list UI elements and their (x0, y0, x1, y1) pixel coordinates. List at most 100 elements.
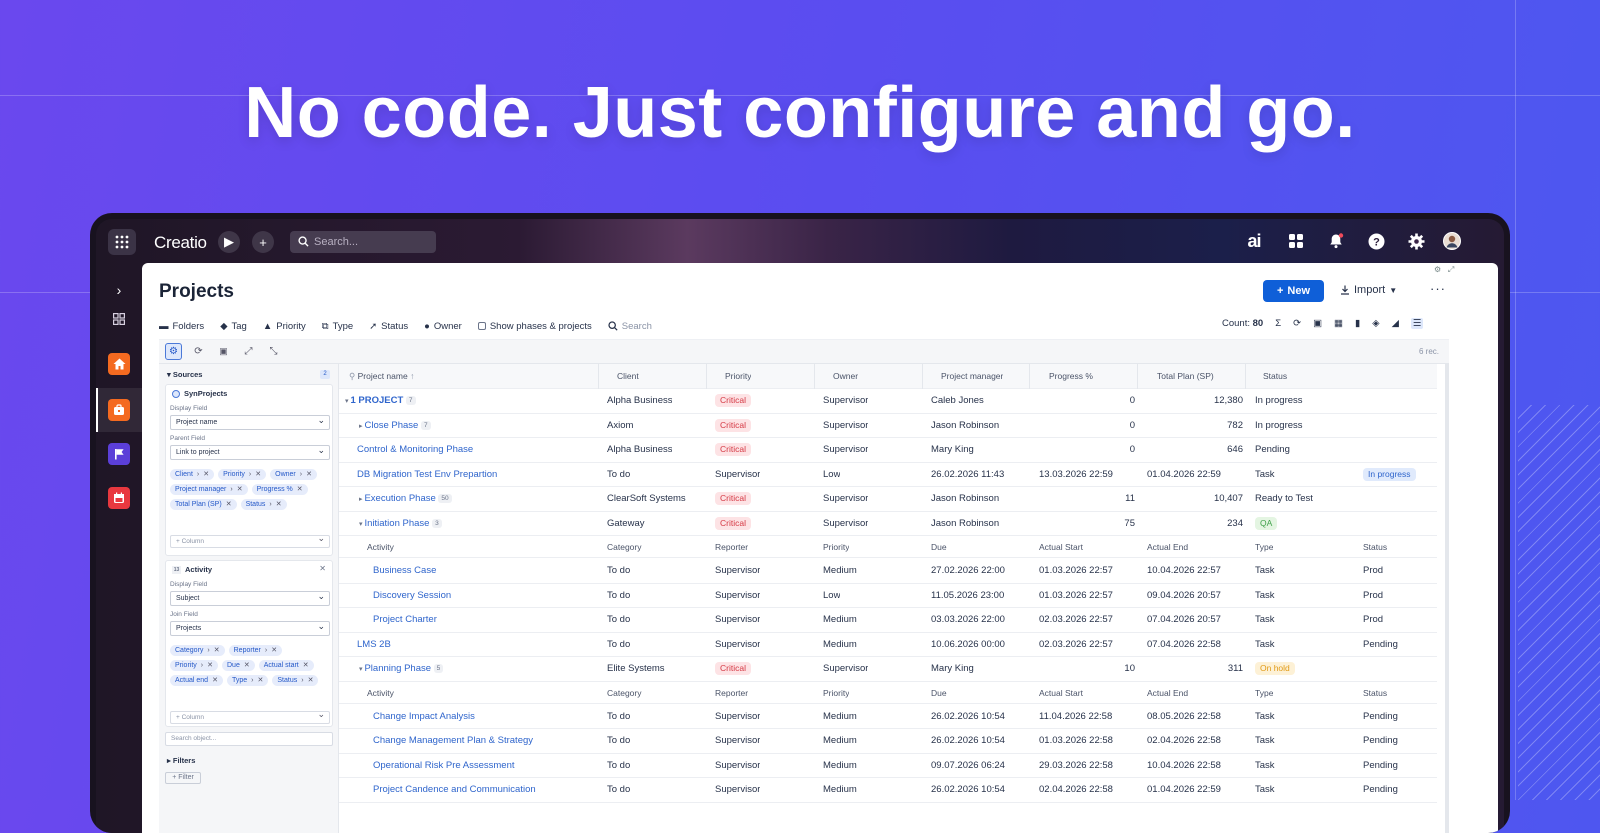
column-chip[interactable]: Project manager › ✕ (170, 484, 248, 495)
import-button[interactable]: Import ▼ (1340, 284, 1397, 296)
global-search-input[interactable]: Search... (290, 231, 436, 253)
column-header-project-manager[interactable]: Project manager (941, 364, 1003, 388)
project-row[interactable]: ▸ Execution Phase 50 ClearSoft Systems Cri… (339, 487, 1437, 512)
priority-filter[interactable]: ▲ Priority (263, 321, 306, 332)
database-icon[interactable]: ◈ (1372, 318, 1379, 329)
column-header-total-plan[interactable]: Total Plan (SP) (1157, 364, 1214, 388)
save-icon[interactable]: ▣ (1313, 318, 1322, 329)
column-chip[interactable]: Owner › ✕ (270, 469, 317, 480)
record-link[interactable]: Initiation Phase (364, 518, 429, 529)
activity-row[interactable]: Business Case To do Supervisor Medium 27.02.… (339, 559, 1437, 584)
project-row[interactable]: ▾ 1 PROJECT 7 Alpha Business Critical Super… (339, 389, 1437, 414)
column-chip[interactable]: Status › ✕ (240, 499, 287, 510)
folders-filter[interactable]: ▬ Folders (159, 321, 204, 332)
vertical-scrollbar[interactable] (1445, 364, 1449, 833)
column-header-progress[interactable]: Progress % (1049, 364, 1093, 388)
tag-filter[interactable]: ◆ Tag (220, 321, 247, 332)
record-link[interactable]: Control & Monitoring Phase (357, 444, 473, 455)
activity-row[interactable]: Change Management Plan & Strategy To do Su… (339, 729, 1437, 754)
more-options-icon[interactable]: ··· (1430, 281, 1446, 296)
column-chip[interactable]: Client › ✕ (170, 469, 215, 480)
parent-field-select[interactable]: Link to project (170, 444, 330, 460)
activity-row[interactable]: Project Candence and Communication To do S… (339, 778, 1437, 803)
panel-window-controls[interactable]: ⚙ ⤢ (1434, 265, 1454, 275)
configure-gear-icon[interactable]: ⚙ (165, 343, 182, 360)
column-chip[interactable]: Type › ✕ (226, 675, 269, 686)
activity-row[interactable]: DB Migration Test Env Prepartion To do Sup… (339, 463, 1437, 487)
record-link[interactable]: Operational Risk Pre Assessment (373, 760, 515, 771)
activity-row[interactable]: Operational Risk Pre Assessment To do Supe… (339, 754, 1437, 778)
project-row[interactable]: ▸ Close Phase 7 Axiom Critical Supervisor Ja… (339, 414, 1437, 438)
expand-sidebar-chevron-icon[interactable]: › (108, 279, 130, 301)
column-chip[interactable]: Actual end ✕ (170, 675, 223, 686)
column-chip[interactable]: Total Plan (SP) ✕ (170, 499, 237, 510)
projects-icon[interactable] (108, 399, 130, 421)
record-link[interactable]: Execution Phase (364, 493, 435, 504)
column-chip[interactable]: Progress % ✕ (251, 484, 308, 495)
apps-icon[interactable] (1285, 230, 1307, 252)
record-link[interactable]: LMS 2B (357, 639, 391, 650)
column-header-status[interactable]: Status (1263, 364, 1287, 388)
search-object-input[interactable]: Search object... (165, 732, 333, 746)
column-header-priority[interactable]: Priority (725, 364, 751, 388)
sum-icon[interactable]: Σ (1275, 318, 1281, 329)
record-link[interactable]: Discovery Session (373, 590, 451, 601)
new-button[interactable]: + New (1263, 280, 1324, 302)
project-row[interactable]: ▾ Initiation Phase 3 Gateway Critical Super… (339, 512, 1437, 536)
column-chip[interactable]: Category › ✕ (170, 645, 225, 656)
calendar-icon[interactable] (108, 487, 130, 509)
record-link[interactable]: Change Impact Analysis (373, 711, 475, 722)
type-filter[interactable]: ⧉ Type (322, 321, 353, 332)
workplaces-grid-icon[interactable] (108, 308, 130, 330)
add-column-select[interactable]: + Column (170, 709, 330, 724)
tree-view-icon[interactable]: ☰ (1410, 318, 1424, 329)
flag-icon[interactable] (108, 443, 130, 465)
record-link[interactable]: Project Charter (373, 614, 437, 625)
display-field-select[interactable]: Project name (170, 414, 330, 430)
column-chip[interactable]: Status › ✕ (272, 675, 319, 686)
column-chip[interactable]: Due ✕ (222, 660, 255, 671)
record-link[interactable]: Change Management Plan & Strategy (373, 735, 533, 746)
column-chip[interactable]: Reporter › ✕ (228, 645, 283, 656)
save-view-icon[interactable]: ▣ (215, 343, 232, 360)
expand-icon[interactable]: ⤢ (240, 343, 257, 360)
settings-gear-icon[interactable] (1405, 230, 1427, 252)
analytics-icon[interactable]: ◢ (1392, 318, 1399, 329)
remove-source-icon[interactable]: ✕ (319, 564, 326, 573)
refresh-icon[interactable]: ⟳ (1293, 318, 1301, 329)
column-header-project-name[interactable]: ⚲ Project name ↑ (349, 364, 414, 388)
user-avatar[interactable] (1441, 230, 1463, 252)
join-field-select[interactable]: Projects (170, 620, 330, 636)
add-icon[interactable]: + (252, 231, 274, 253)
activity-row[interactable]: LMS 2B To do Supervisor Medium 10.06.2026 00… (339, 633, 1437, 657)
column-chip[interactable]: Priority › ✕ (170, 660, 218, 671)
project-row[interactable]: Control & Monitoring Phase Alpha Business… (339, 438, 1437, 463)
record-link[interactable]: Project Candence and Communication (373, 784, 536, 795)
app-launcher-icon[interactable] (108, 229, 136, 255)
list-search-input[interactable]: Search (608, 321, 652, 332)
collapse-icon[interactable]: ⤡ (265, 343, 282, 360)
display-field-select[interactable]: Subject (170, 590, 330, 606)
bar-chart-icon[interactable]: ▮ (1355, 318, 1360, 329)
home-icon[interactable] (108, 353, 130, 375)
filters-section-header[interactable]: ▸ Filters (167, 756, 195, 765)
columns-icon[interactable]: ▦ (1334, 318, 1343, 329)
help-icon[interactable]: ? (1365, 230, 1387, 252)
notifications-bell-icon[interactable] (1325, 230, 1347, 252)
status-filter[interactable]: ➚ Status (369, 321, 408, 332)
column-header-client[interactable]: Client (617, 364, 639, 388)
ai-icon[interactable]: ai (1243, 230, 1265, 252)
add-column-select[interactable]: + Column (170, 533, 330, 548)
show-phases-checkbox[interactable]: Show phases & projects (477, 321, 592, 332)
record-link[interactable]: 1 PROJECT (350, 395, 403, 406)
record-link[interactable]: Planning Phase (364, 663, 431, 674)
sources-section-header[interactable]: ▾ Sources (167, 370, 202, 379)
column-chip[interactable]: Priority › ✕ (218, 469, 267, 480)
record-link[interactable]: Close Phase (364, 420, 418, 431)
owner-filter[interactable]: ● Owner (424, 321, 462, 332)
activity-row[interactable]: Project Charter To do Supervisor Medium 03.0… (339, 608, 1437, 633)
column-header-owner[interactable]: Owner (833, 364, 858, 388)
run-process-icon[interactable]: ▶ (218, 231, 240, 253)
add-filter-button[interactable]: + Filter (165, 772, 201, 784)
reload-icon[interactable]: ⟳ (190, 343, 207, 360)
